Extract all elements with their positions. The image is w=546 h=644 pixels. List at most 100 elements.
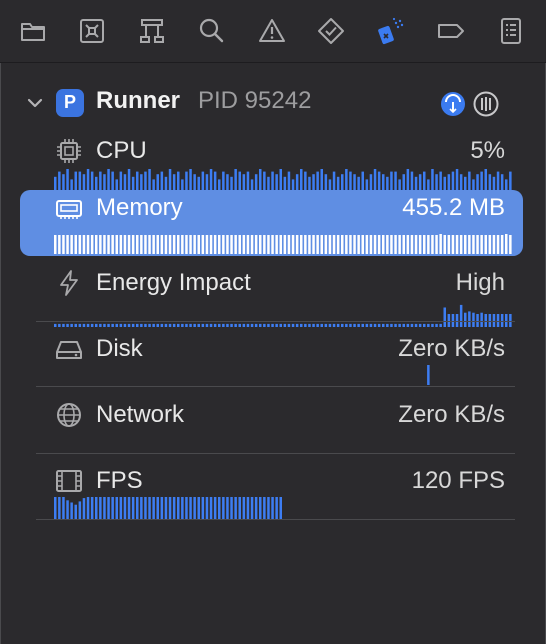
memory-bar bbox=[373, 235, 377, 254]
energy-bar bbox=[74, 323, 77, 327]
fps-bar bbox=[279, 497, 282, 519]
energy-bar bbox=[197, 323, 200, 327]
gauge-memory[interactable]: Memory 455.2 MB bbox=[20, 190, 523, 256]
energy-bar bbox=[336, 323, 340, 327]
memory-bar bbox=[160, 235, 164, 254]
process-row[interactable]: P Runner PID 95242 bbox=[0, 85, 546, 121]
memory-bar bbox=[271, 235, 274, 254]
memory-bar bbox=[74, 235, 77, 254]
fps-bar bbox=[222, 497, 225, 519]
memory-bar bbox=[140, 235, 143, 254]
fps-bar bbox=[127, 497, 131, 519]
energy-bar bbox=[230, 323, 233, 327]
gauge-fps[interactable]: FPS 120 FPS bbox=[20, 463, 523, 529]
memory-bar bbox=[304, 235, 307, 254]
source-control-icon[interactable] bbox=[77, 16, 107, 46]
energy-bar bbox=[189, 323, 192, 327]
energy-bar bbox=[152, 323, 155, 327]
memory-bar bbox=[172, 235, 176, 254]
energy-bar bbox=[345, 323, 348, 327]
memory-bar bbox=[496, 235, 500, 254]
memory-bar bbox=[394, 235, 397, 254]
fps-bar bbox=[209, 497, 213, 519]
memory-bar bbox=[418, 235, 422, 254]
energy-bar bbox=[300, 323, 303, 327]
fps-bar bbox=[201, 497, 205, 519]
film-strip-icon bbox=[54, 466, 84, 496]
memory-sparkline bbox=[54, 234, 512, 254]
energy-bar bbox=[86, 323, 90, 327]
fps-bar bbox=[66, 500, 69, 519]
energy-bar bbox=[468, 311, 471, 327]
memory-bar bbox=[382, 235, 385, 254]
memory-bar bbox=[353, 235, 356, 254]
gauge-disk[interactable]: Disk Zero KB/s bbox=[20, 331, 523, 397]
fps-bar bbox=[234, 497, 237, 519]
report-icon[interactable] bbox=[496, 16, 526, 46]
app-icon: P bbox=[56, 89, 84, 117]
fps-bar bbox=[74, 504, 77, 519]
disk-sparkline bbox=[427, 365, 430, 385]
energy-bar bbox=[95, 323, 98, 327]
process-pid: PID 95242 bbox=[198, 87, 312, 114]
fps-bar bbox=[177, 497, 180, 519]
memory-bar bbox=[242, 235, 246, 254]
memory-bar bbox=[222, 235, 225, 254]
fps-bar bbox=[78, 501, 82, 519]
energy-bar bbox=[66, 323, 69, 327]
energy-bar bbox=[259, 323, 262, 327]
view-process-hierarchy-icon[interactable] bbox=[439, 90, 467, 118]
chevron-down-icon[interactable] bbox=[26, 94, 44, 112]
memory-bar bbox=[246, 235, 250, 254]
fps-bar bbox=[136, 497, 139, 519]
memory-bar bbox=[259, 235, 262, 254]
energy-bar bbox=[427, 323, 430, 327]
energy-bar bbox=[377, 323, 381, 327]
gauge-value: Zero KB/s bbox=[398, 401, 505, 428]
energy-bar bbox=[107, 323, 110, 327]
energy-bar bbox=[382, 323, 385, 327]
energy-bar bbox=[193, 323, 196, 327]
energy-bar bbox=[398, 323, 401, 327]
search-icon[interactable] bbox=[196, 16, 226, 46]
fps-bar bbox=[86, 497, 90, 519]
memory-bar bbox=[152, 235, 155, 254]
memory-bar bbox=[279, 235, 282, 254]
hierarchy-icon[interactable] bbox=[137, 16, 167, 46]
energy-bar bbox=[279, 323, 282, 327]
energy-bar bbox=[459, 304, 463, 327]
test-diamond-icon[interactable] bbox=[316, 16, 346, 46]
memory-bar bbox=[423, 235, 426, 254]
energy-bar bbox=[156, 323, 159, 327]
memory-bar bbox=[492, 235, 496, 254]
energy-bar bbox=[287, 323, 291, 327]
left-divider bbox=[0, 63, 1, 644]
memory-bar bbox=[238, 235, 241, 254]
fps-bar bbox=[111, 497, 114, 519]
energy-bar bbox=[410, 323, 414, 327]
energy-sparkline bbox=[54, 304, 512, 327]
energy-bar bbox=[234, 323, 237, 327]
memory-icon bbox=[54, 193, 84, 223]
warning-icon[interactable] bbox=[257, 16, 287, 46]
energy-bar bbox=[90, 323, 94, 327]
energy-bar bbox=[275, 323, 278, 327]
energy-bar bbox=[119, 323, 123, 327]
memory-bar bbox=[250, 235, 254, 254]
gauge-energy[interactable]: Energy Impact High bbox=[20, 265, 523, 331]
breakpoint-icon[interactable] bbox=[436, 16, 466, 46]
memory-bar bbox=[390, 235, 393, 254]
folder-icon[interactable] bbox=[18, 16, 48, 46]
memory-bar bbox=[349, 235, 352, 254]
fps-bar bbox=[58, 497, 61, 519]
energy-bar bbox=[103, 323, 106, 327]
memory-bar bbox=[66, 235, 69, 254]
threads-icon[interactable] bbox=[472, 90, 500, 118]
energy-bar bbox=[78, 323, 82, 327]
fps-bar bbox=[197, 497, 200, 519]
gauge-network[interactable]: Network Zero KB/s bbox=[20, 397, 523, 463]
memory-bar bbox=[402, 235, 405, 254]
fps-bar bbox=[213, 497, 217, 519]
memory-bar bbox=[320, 235, 323, 254]
debug-spray-icon[interactable] bbox=[376, 16, 406, 46]
